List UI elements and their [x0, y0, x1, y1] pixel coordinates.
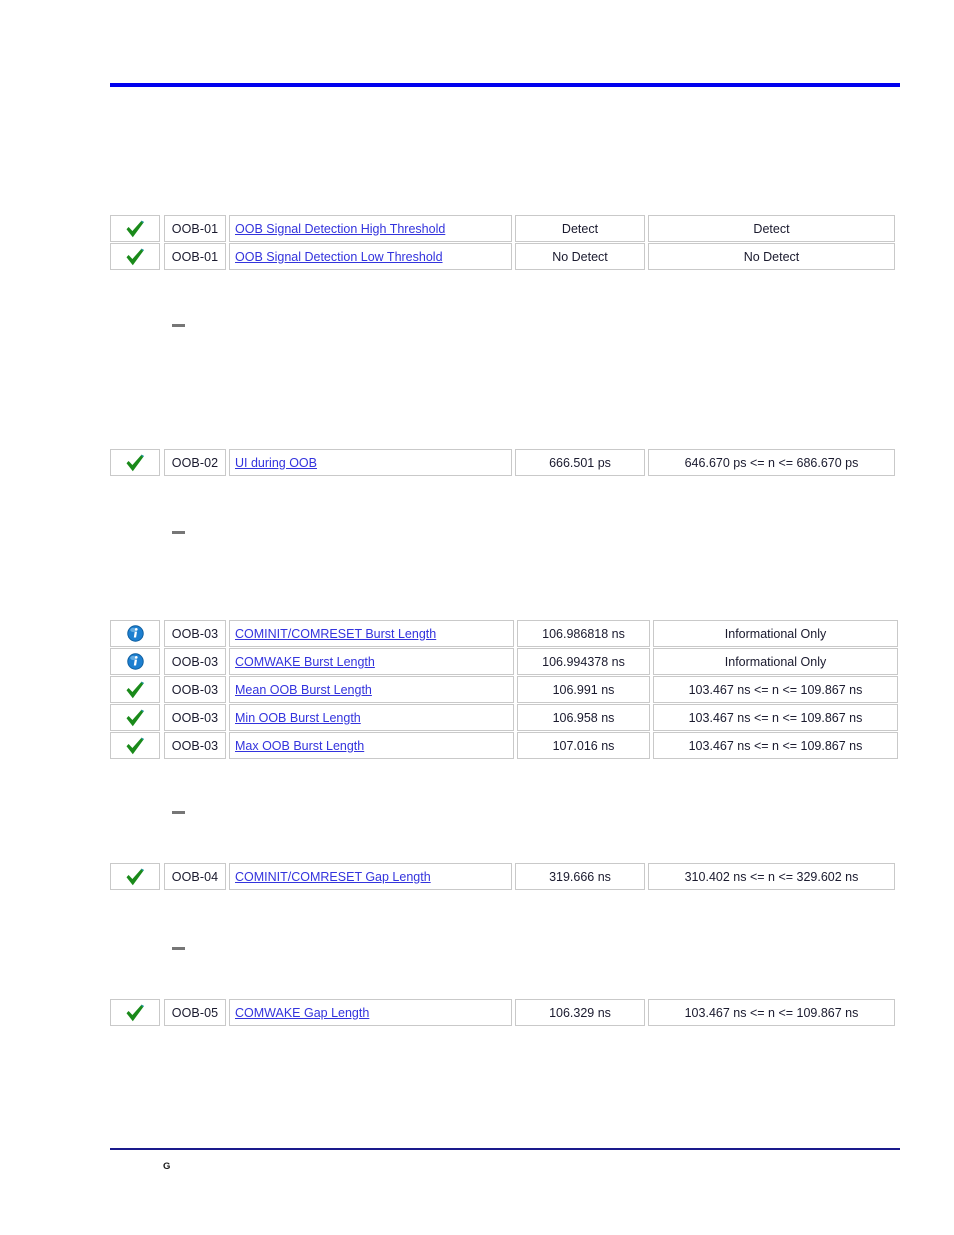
table-row: OOB-03 COMWAKE Burst Length 106.994378 ns I…	[110, 648, 900, 675]
status-badge	[110, 676, 160, 703]
table-row: OOB-04 COMINIT/COMRESET Gap Length 319.666…	[110, 863, 900, 890]
test-name-cell: COMINIT/COMRESET Burst Length	[229, 620, 514, 647]
test-name-cell: Min OOB Burst Length	[229, 704, 514, 731]
limit-cell: 646.670 ps <= n <= 686.670 ps	[648, 449, 895, 476]
green-check-icon	[126, 737, 144, 754]
limit-cell: Informational Only	[653, 620, 898, 647]
test-name-link[interactable]: Min OOB Burst Length	[235, 711, 361, 725]
table-row: OOB-03 Max OOB Burst Length 107.016 ns 103.…	[110, 732, 900, 759]
test-name-link[interactable]: COMINIT/COMRESET Gap Length	[235, 870, 431, 884]
footer-mark: G	[163, 1161, 171, 1172]
green-check-icon	[126, 220, 144, 237]
test-id-cell: OOB-05	[164, 999, 226, 1026]
test-id-cell: OOB-01	[164, 215, 226, 242]
green-check-icon	[126, 1004, 144, 1021]
table-row: OOB-02 UI during OOB 666.501 ps 646.670 ps …	[110, 449, 900, 476]
test-name-cell: OOB Signal Detection Low Threshold	[229, 243, 512, 270]
limit-cell: 103.467 ns <= n <= 109.867 ns	[653, 676, 898, 703]
footer-rule	[110, 1148, 900, 1150]
results-table-oob-04: OOB-04 COMINIT/COMRESET Gap Length 319.666…	[110, 863, 900, 891]
measured-value-cell: 106.958 ns	[517, 704, 650, 731]
section-dash-marker	[172, 324, 185, 327]
limit-cell: 103.467 ns <= n <= 109.867 ns	[648, 999, 895, 1026]
status-badge	[110, 243, 160, 270]
test-name-link[interactable]: UI during OOB	[235, 456, 317, 470]
limit-cell: 103.467 ns <= n <= 109.867 ns	[653, 732, 898, 759]
green-check-icon	[126, 681, 144, 698]
table-row: OOB-03 Mean OOB Burst Length 106.991 ns 103…	[110, 676, 900, 703]
limit-cell: 103.467 ns <= n <= 109.867 ns	[653, 704, 898, 731]
test-name-cell: UI during OOB	[229, 449, 512, 476]
test-name-cell: OOB Signal Detection High Threshold	[229, 215, 512, 242]
status-badge	[110, 704, 160, 731]
test-name-link[interactable]: OOB Signal Detection Low Threshold	[235, 250, 443, 264]
status-badge	[110, 999, 160, 1026]
measured-value-cell: Detect	[515, 215, 645, 242]
test-name-link[interactable]: OOB Signal Detection High Threshold	[235, 222, 445, 236]
measured-value-cell: 106.991 ns	[517, 676, 650, 703]
test-id-cell: OOB-03	[164, 732, 226, 759]
measured-value-cell: 107.016 ns	[517, 732, 650, 759]
test-id-cell: OOB-03	[164, 620, 226, 647]
section-dash-marker	[172, 811, 185, 814]
table-row: OOB-01 OOB Signal Detection Low Threshold…	[110, 243, 900, 270]
report-page: OOB-01 OOB Signal Detection High Threshol…	[0, 0, 954, 1235]
green-check-icon	[126, 868, 144, 885]
measured-value-cell: 319.666 ns	[515, 863, 645, 890]
measured-value-cell: 106.986818 ns	[517, 620, 650, 647]
table-row: OOB-01 OOB Signal Detection High Threshol…	[110, 215, 900, 242]
measured-value-cell: 106.329 ns	[515, 999, 645, 1026]
results-table-oob-01: OOB-01 OOB Signal Detection High Threshol…	[110, 215, 900, 271]
section-dash-marker	[172, 947, 185, 950]
limit-cell: Detect	[648, 215, 895, 242]
test-name-cell: COMWAKE Burst Length	[229, 648, 514, 675]
green-check-icon	[126, 709, 144, 726]
test-name-cell: Mean OOB Burst Length	[229, 676, 514, 703]
limit-cell: 310.402 ns <= n <= 329.602 ns	[648, 863, 895, 890]
test-name-cell: COMINIT/COMRESET Gap Length	[229, 863, 512, 890]
status-badge	[110, 648, 160, 675]
measured-value-cell: 666.501 ps	[515, 449, 645, 476]
test-name-cell: Max OOB Burst Length	[229, 732, 514, 759]
status-badge	[110, 863, 160, 890]
test-id-cell: OOB-03	[164, 676, 226, 703]
header-rule	[110, 83, 900, 87]
green-check-icon	[126, 248, 144, 265]
measured-value-cell: 106.994378 ns	[517, 648, 650, 675]
test-name-link[interactable]: COMWAKE Gap Length	[235, 1006, 369, 1020]
section-dash-marker	[172, 531, 185, 534]
status-badge	[110, 215, 160, 242]
status-badge	[110, 620, 160, 647]
green-check-icon	[126, 454, 144, 471]
table-row: OOB-03 Min OOB Burst Length 106.958 ns 103.…	[110, 704, 900, 731]
test-name-cell: COMWAKE Gap Length	[229, 999, 512, 1026]
test-name-link[interactable]: COMINIT/COMRESET Burst Length	[235, 627, 436, 641]
limit-cell: No Detect	[648, 243, 895, 270]
blue-info-icon	[126, 653, 144, 670]
status-badge	[110, 732, 160, 759]
results-table-oob-02: OOB-02 UI during OOB 666.501 ps 646.670 ps …	[110, 449, 900, 477]
results-table-oob-03: OOB-03 COMINIT/COMRESET Burst Length 106.9…	[110, 620, 900, 760]
results-table-oob-05: OOB-05 COMWAKE Gap Length 106.329 ns 103.46…	[110, 999, 900, 1027]
limit-cell: Informational Only	[653, 648, 898, 675]
table-row: OOB-03 COMINIT/COMRESET Burst Length 106.9…	[110, 620, 900, 647]
table-row: OOB-05 COMWAKE Gap Length 106.329 ns 103.46…	[110, 999, 900, 1026]
test-id-cell: OOB-02	[164, 449, 226, 476]
blue-info-icon	[126, 625, 144, 642]
test-id-cell: OOB-01	[164, 243, 226, 270]
status-badge	[110, 449, 160, 476]
measured-value-cell: No Detect	[515, 243, 645, 270]
test-name-link[interactable]: Mean OOB Burst Length	[235, 683, 372, 697]
test-id-cell: OOB-03	[164, 704, 226, 731]
test-id-cell: OOB-03	[164, 648, 226, 675]
test-id-cell: OOB-04	[164, 863, 226, 890]
test-name-link[interactable]: Max OOB Burst Length	[235, 739, 364, 753]
test-name-link[interactable]: COMWAKE Burst Length	[235, 655, 375, 669]
